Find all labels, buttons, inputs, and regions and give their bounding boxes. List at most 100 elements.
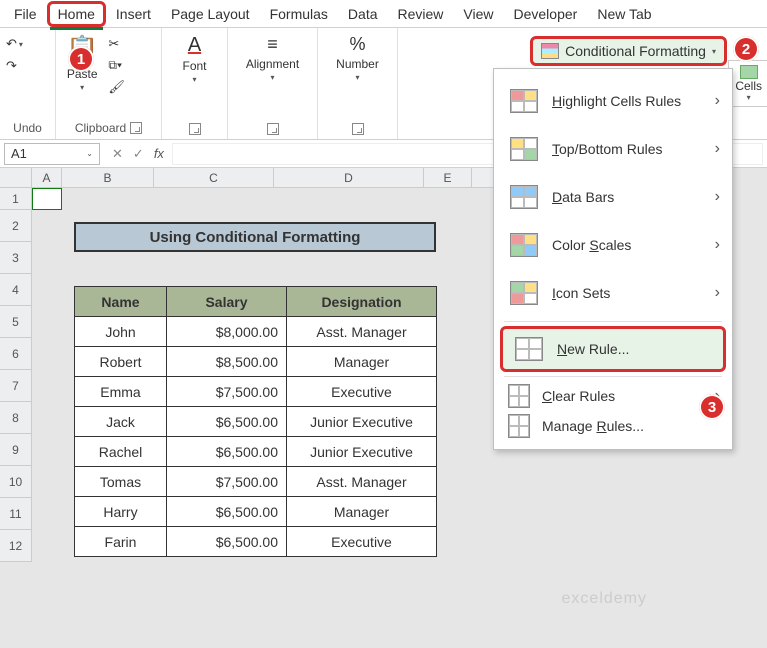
table-cell[interactable]: Junior Executive xyxy=(287,407,437,437)
menu-item-review[interactable]: Review xyxy=(388,2,454,26)
menu-item-data[interactable]: Data xyxy=(338,2,388,26)
row-header[interactable]: 8 xyxy=(0,402,32,434)
menu-item-view[interactable]: View xyxy=(453,2,503,26)
cancel-icon[interactable]: ✕ xyxy=(112,146,123,162)
table-row[interactable]: Farin$6,500.00Executive xyxy=(75,527,437,557)
db-icon xyxy=(508,183,540,211)
cells-label: Cells xyxy=(735,79,762,93)
menu-item-top-bottom-rules[interactable]: Top/Bottom Rules xyxy=(494,125,732,173)
table-cell[interactable]: $7,500.00 xyxy=(167,467,287,497)
menu-item-insert[interactable]: Insert xyxy=(106,2,161,26)
row-header[interactable]: 5 xyxy=(0,306,32,338)
table-cell[interactable]: Executive xyxy=(287,377,437,407)
ribbon-group-btn-label: Number xyxy=(336,57,379,71)
table-row[interactable]: Robert$8,500.00Manager xyxy=(75,347,437,377)
menu-item-icon-sets[interactable]: Icon Sets xyxy=(494,269,732,317)
menu-item-color-scales[interactable]: Color Scales xyxy=(494,221,732,269)
cut-icon[interactable]: ✂ xyxy=(108,36,125,52)
table-row[interactable]: Tomas$7,500.00Asst. Manager xyxy=(75,467,437,497)
name-box[interactable]: A1 ⌄ xyxy=(4,143,100,165)
table-cell[interactable]: Harry xyxy=(75,497,167,527)
menu-item-page-layout[interactable]: Page Layout xyxy=(161,2,260,26)
cells-dropdown[interactable]: Cells ▾ xyxy=(728,60,767,107)
menu-item-home[interactable]: Home xyxy=(47,1,106,27)
menu-item-new-tab[interactable]: New Tab xyxy=(587,2,661,26)
dialog-launcher-icon[interactable] xyxy=(130,122,142,134)
table-row[interactable]: Rachel$6,500.00Junior Executive xyxy=(75,437,437,467)
enter-icon[interactable]: ✓ xyxy=(133,146,144,162)
menu-item-formulas[interactable]: Formulas xyxy=(260,2,338,26)
table-cell[interactable]: Jack xyxy=(75,407,167,437)
menu-item-developer[interactable]: Developer xyxy=(504,2,588,26)
table-row[interactable]: John$8,000.00Asst. Manager xyxy=(75,317,437,347)
menu-item-file[interactable]: File xyxy=(4,2,47,26)
column-header[interactable]: A xyxy=(32,168,62,188)
row-header[interactable]: 4 xyxy=(0,274,32,306)
row-header[interactable]: 9 xyxy=(0,434,32,466)
select-all-corner[interactable] xyxy=(0,168,32,188)
table-cell[interactable]: John xyxy=(75,317,167,347)
table-cell[interactable]: Asst. Manager xyxy=(287,317,437,347)
tbr-icon xyxy=(508,135,540,163)
row-header[interactable]: 12 xyxy=(0,530,32,562)
active-cell[interactable] xyxy=(32,188,62,210)
number-dropdown[interactable]: % Number ▾ xyxy=(332,32,383,84)
table-row[interactable]: Jack$6,500.00Junior Executive xyxy=(75,407,437,437)
undo-button[interactable]: ↶▾ xyxy=(6,36,23,52)
table-row[interactable]: Harry$6,500.00Manager xyxy=(75,497,437,527)
chevron-down-icon[interactable]: ⌄ xyxy=(86,149,93,158)
menu-item-label: Color Scales xyxy=(552,237,631,253)
undo-icon: ↶ xyxy=(6,36,17,52)
table-cell[interactable]: $6,500.00 xyxy=(167,497,287,527)
row-header[interactable]: 11 xyxy=(0,498,32,530)
nr-icon xyxy=(513,335,545,363)
conditional-formatting-button[interactable]: Conditional Formatting ▾ xyxy=(530,36,727,66)
table-cell[interactable]: $6,500.00 xyxy=(167,527,287,557)
font-color-icon: A xyxy=(188,34,201,57)
ribbon-group-label: Undo xyxy=(6,119,49,137)
table-cell[interactable]: $6,500.00 xyxy=(167,407,287,437)
table-cell[interactable]: Emma xyxy=(75,377,167,407)
redo-button[interactable]: ↷ xyxy=(6,58,17,74)
table-cell[interactable]: Farin xyxy=(75,527,167,557)
table-cell[interactable]: Junior Executive xyxy=(287,437,437,467)
menu-item-manage-rules[interactable]: Manage Rules... xyxy=(494,411,732,441)
menu-item-clear-rules[interactable]: Clear Rules xyxy=(494,381,732,411)
table-row[interactable]: Emma$7,500.00Executive xyxy=(75,377,437,407)
column-header[interactable]: C xyxy=(154,168,274,188)
row-header[interactable]: 7 xyxy=(0,370,32,402)
table-cell[interactable]: Robert xyxy=(75,347,167,377)
alignment-dropdown[interactable]: ≡ Alignment ▾ xyxy=(242,32,303,84)
table-cell[interactable]: Manager xyxy=(287,347,437,377)
dialog-launcher-icon[interactable] xyxy=(352,123,364,135)
table-cell[interactable]: $8,000.00 xyxy=(167,317,287,347)
table-cell[interactable]: Manager xyxy=(287,497,437,527)
menu-item-highlight-cells-rules[interactable]: Highlight Cells Rules xyxy=(494,77,732,125)
row-header[interactable]: 6 xyxy=(0,338,32,370)
table-header: Designation xyxy=(287,287,437,317)
column-header[interactable]: D xyxy=(274,168,424,188)
font-dropdown[interactable]: A Font ▾ xyxy=(178,32,210,86)
dialog-launcher-icon[interactable] xyxy=(267,123,279,135)
row-header[interactable]: 3 xyxy=(0,242,32,274)
format-painter-icon[interactable]: 🖌 xyxy=(108,79,125,95)
row-header[interactable]: 2 xyxy=(0,210,32,242)
column-header[interactable]: E xyxy=(424,168,472,188)
column-header[interactable]: B xyxy=(62,168,154,188)
ribbon-group-clipboard: 📋 Paste ▾ ✂ ⧉▾ 🖌 Clipboard xyxy=(56,28,162,139)
table-cell[interactable]: Asst. Manager xyxy=(287,467,437,497)
table-cell[interactable]: Tomas xyxy=(75,467,167,497)
menu-item-data-bars[interactable]: Data Bars xyxy=(494,173,732,221)
copy-icon[interactable]: ⧉▾ xyxy=(108,58,125,73)
dialog-launcher-icon[interactable] xyxy=(189,123,201,135)
row-header[interactable]: 10 xyxy=(0,466,32,498)
table-cell[interactable]: Executive xyxy=(287,527,437,557)
watermark: exceldemy xyxy=(562,590,647,608)
table-cell[interactable]: $8,500.00 xyxy=(167,347,287,377)
menu-item-new-rule[interactable]: New Rule... xyxy=(500,326,726,372)
row-header[interactable]: 1 xyxy=(0,188,32,210)
table-cell[interactable]: $7,500.00 xyxy=(167,377,287,407)
table-cell[interactable]: Rachel xyxy=(75,437,167,467)
fx-icon[interactable]: fx xyxy=(154,146,164,161)
table-cell[interactable]: $6,500.00 xyxy=(167,437,287,467)
